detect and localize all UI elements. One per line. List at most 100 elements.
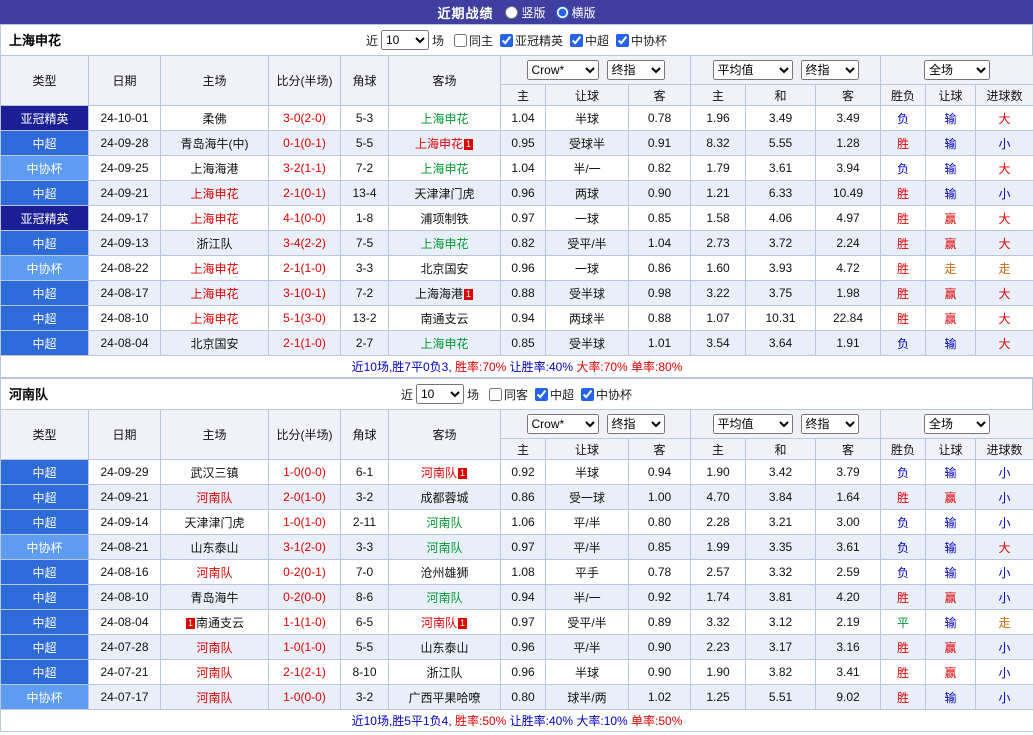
subcol-crown-home: 主 xyxy=(501,439,546,460)
result-text: 大 xyxy=(999,337,1011,351)
odds-cell: 0.82 xyxy=(501,231,546,256)
match-date-cell: 24-09-21 xyxy=(89,485,161,510)
layout-radio[interactable]: 竖版 xyxy=(505,4,545,21)
filter-checkbox-input[interactable] xyxy=(616,34,629,47)
team-name: 青岛海牛 xyxy=(190,591,238,605)
games-count-select[interactable]: 10 xyxy=(381,30,429,50)
team-name: 上海海港 xyxy=(190,162,238,176)
score-cell: 2-1(1-0) xyxy=(269,331,341,356)
result-text: 小 xyxy=(999,666,1011,680)
result-text: 小 xyxy=(999,641,1011,655)
games-count-select[interactable]: 10 xyxy=(416,384,464,404)
result-text: 负 xyxy=(897,337,909,351)
average-final-select[interactable]: 终指 xyxy=(801,60,859,80)
match-row: 亚冠精英24-10-01柔佛3-0(2-0)5-3上海申花1.04半球0.781… xyxy=(1,106,1033,131)
team-name: 河南队 xyxy=(421,616,457,630)
match-date-cell: 24-09-14 xyxy=(89,510,161,535)
filter-checkbox[interactable]: 中协杯 xyxy=(616,32,667,49)
odds-cell: 2.57 xyxy=(691,560,746,585)
bookmaker-select[interactable]: Crow* xyxy=(527,60,599,80)
match-row: 中超24-08-04北京国安2-1(1-0)2-7上海申花0.85受半球1.01… xyxy=(1,331,1033,356)
filter-checkbox[interactable]: 中超 xyxy=(535,386,574,403)
filter-checkbox[interactable]: 中协杯 xyxy=(581,386,632,403)
odds-cell: 受一球 xyxy=(546,485,629,510)
match-row: 中超24-08-10上海申花5-1(3-0)13-2南通支云0.94两球半0.8… xyxy=(1,306,1033,331)
match-date-cell: 24-10-01 xyxy=(89,106,161,131)
odds-cell: 4.97 xyxy=(816,206,881,231)
match-row: 中协杯24-08-21山东泰山3-1(2-0)3-3河南队0.97平/半0.85… xyxy=(1,535,1033,560)
odds-cell: 1.99 xyxy=(691,535,746,560)
result-text: 赢 xyxy=(945,666,957,680)
result-text: 输 xyxy=(945,566,957,580)
result-text: 大 xyxy=(999,312,1011,326)
team-name: 河南队 xyxy=(196,691,232,705)
layout-radio-group: 竖版 横版 xyxy=(505,4,595,21)
layout-radio-input[interactable] xyxy=(556,6,569,19)
team-name: 浦项制铁 xyxy=(420,212,468,226)
result-text: 大 xyxy=(999,212,1011,226)
odds-cell: 1.91 xyxy=(816,331,881,356)
filter-checkbox-input[interactable] xyxy=(454,34,467,47)
corner-cell: 3-2 xyxy=(341,685,389,710)
fulltime-select[interactable]: 全场 xyxy=(924,414,990,434)
bookmaker-select[interactable]: Crow* xyxy=(527,414,599,434)
filter-bar: 近 10 场 同主亚冠精英中超中协杯 xyxy=(366,30,667,50)
col-header-home: 主场 xyxy=(161,56,269,106)
team-name: 成都蓉城 xyxy=(420,491,468,505)
average-final-select[interactable]: 终指 xyxy=(801,414,859,434)
filter-checkbox[interactable]: 中超 xyxy=(570,32,609,49)
team-name: 山东泰山 xyxy=(420,641,468,655)
average-select[interactable]: 平均值 xyxy=(713,414,793,434)
match-type-cell: 中超 xyxy=(1,181,89,206)
match-row: 中超24-07-21河南队2-1(2-1)8-10浙江队0.96半球0.901.… xyxy=(1,660,1033,685)
odds-cell: 0.92 xyxy=(629,585,691,610)
score-cell: 2-1(1-0) xyxy=(269,256,341,281)
odds-cell: 22.84 xyxy=(816,306,881,331)
match-date-cell: 24-09-25 xyxy=(89,156,161,181)
filter-checkbox-input[interactable] xyxy=(570,34,583,47)
filter-checkbox[interactable]: 同主 xyxy=(454,32,493,49)
odds-cell: 10.49 xyxy=(816,181,881,206)
match-type-cell: 中超 xyxy=(1,231,89,256)
filter-checkbox-input[interactable] xyxy=(581,388,594,401)
filter-checkbox-input[interactable] xyxy=(500,34,513,47)
odds-cell: 半/一 xyxy=(546,585,629,610)
result-cell: 输 xyxy=(926,106,976,131)
layout-radio-input[interactable] xyxy=(505,6,518,19)
odds-cell: 1.00 xyxy=(629,485,691,510)
corner-cell: 1-8 xyxy=(341,206,389,231)
bookmaker-final-select[interactable]: 终指 xyxy=(607,414,665,434)
subcol-handicap-result: 让球 xyxy=(926,85,976,106)
home-team-cell: 上海申花 xyxy=(161,206,269,231)
result-text: 负 xyxy=(897,516,909,530)
filter-checkbox[interactable]: 亚冠精英 xyxy=(500,32,563,49)
home-team-cell: 天津津门虎 xyxy=(161,510,269,535)
subcol-winloss: 胜负 xyxy=(881,85,926,106)
filter-checkbox-input[interactable] xyxy=(489,388,502,401)
odds-cell: 平/半 xyxy=(546,510,629,535)
result-cell: 走 xyxy=(976,610,1033,635)
team-name: 北京国安 xyxy=(420,262,468,276)
result-cell: 胜 xyxy=(881,231,926,256)
filter-checkbox-label: 中超 xyxy=(585,32,609,49)
corner-cell: 7-5 xyxy=(341,231,389,256)
match-date-cell: 24-07-17 xyxy=(89,685,161,710)
home-team-cell: 山东泰山 xyxy=(161,535,269,560)
games-label: 场 xyxy=(432,32,444,49)
home-team-cell: 青岛海牛 xyxy=(161,585,269,610)
average-select[interactable]: 平均值 xyxy=(713,60,793,80)
result-text: 小 xyxy=(999,516,1011,530)
bookmaker-final-select[interactable]: 终指 xyxy=(607,60,665,80)
odds-cell: 4.20 xyxy=(816,585,881,610)
filter-checkbox-input[interactable] xyxy=(535,388,548,401)
score-cell: 1-0(1-0) xyxy=(269,510,341,535)
score-cell: 3-1(2-0) xyxy=(269,535,341,560)
odds-cell: 3.54 xyxy=(691,331,746,356)
layout-radio[interactable]: 横版 xyxy=(556,4,596,21)
filter-checkbox[interactable]: 同客 xyxy=(489,386,528,403)
fulltime-select[interactable]: 全场 xyxy=(924,60,990,80)
score-cell: 0-1(0-1) xyxy=(269,131,341,156)
layout-radio-label: 横版 xyxy=(572,4,596,21)
match-date-cell: 24-08-21 xyxy=(89,535,161,560)
odds-cell: 受球半 xyxy=(546,131,629,156)
